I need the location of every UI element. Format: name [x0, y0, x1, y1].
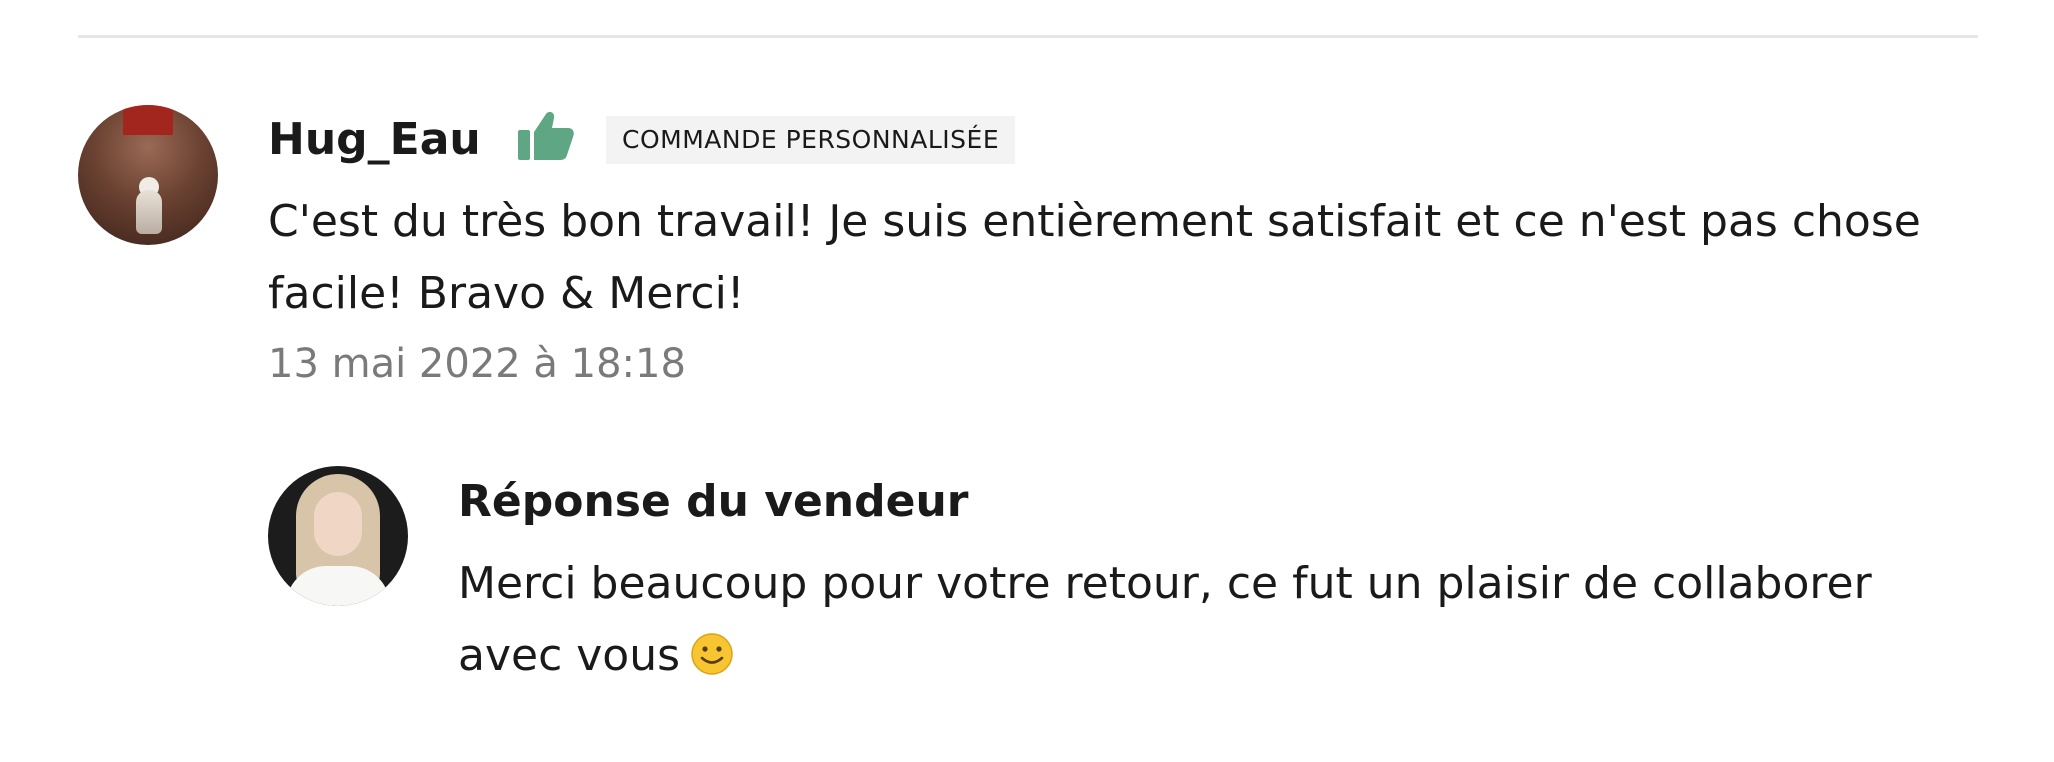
review-date: 13 mai 2022 à 18:18: [268, 341, 686, 387]
reviewer-username[interactable]: Hug_Eau: [268, 108, 481, 172]
thumbs-up-icon: [518, 111, 574, 160]
seller-reply-paragraph: Merci beaucoup pour votre retour, ce fut…: [458, 548, 1978, 692]
smiley-icon: [691, 633, 733, 675]
review-text: C'est du très bon travail! Je suis entiè…: [268, 196, 1921, 319]
top-divider: [78, 35, 1978, 38]
order-type-badge: COMMANDE PERSONNALISÉE: [606, 116, 1016, 164]
seller-reply-text: Merci beaucoup pour votre retour, ce fut…: [458, 558, 1872, 681]
seller-reply-title: Réponse du vendeur: [458, 476, 969, 527]
seller-avatar[interactable]: [268, 466, 408, 606]
reviewer-avatar[interactable]: [78, 105, 218, 245]
